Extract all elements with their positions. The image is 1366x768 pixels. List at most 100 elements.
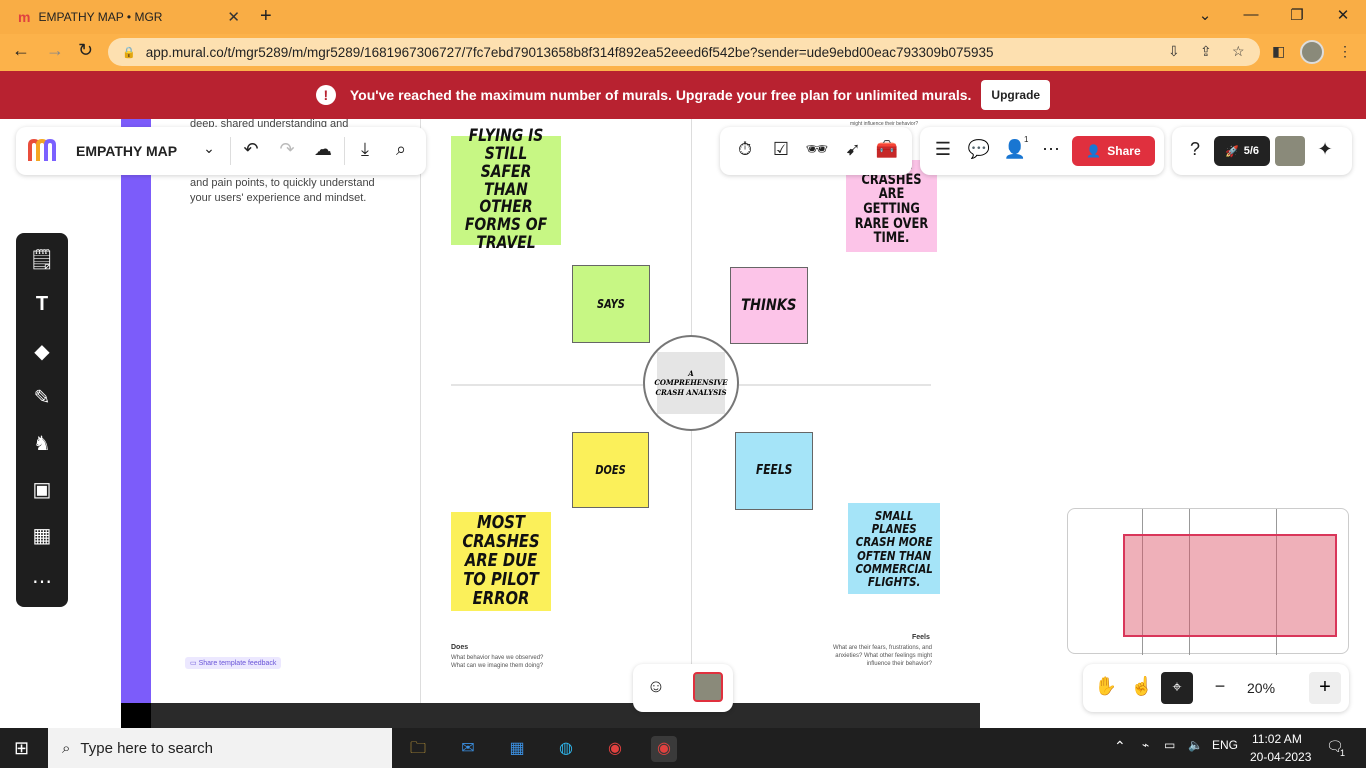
touch-icon[interactable]: ☝ (1129, 676, 1155, 697)
does-label: Does (451, 644, 469, 651)
sticky-says[interactable]: SAYS (572, 265, 650, 343)
close-tab-icon[interactable]: ✕ (227, 8, 240, 26)
warning-icon: ! (315, 85, 336, 105)
share-label: Share (1107, 144, 1141, 158)
share-page-icon[interactable]: ⇪ (1200, 43, 1212, 60)
text-icon[interactable]: T (16, 293, 68, 316)
minimap[interactable] (1067, 508, 1349, 655)
template-info-panel: deep, shared understanding and and pain … (151, 119, 421, 703)
summon-icon[interactable]: ➹ (840, 139, 866, 160)
install-icon[interactable]: ⇩ (1168, 43, 1180, 60)
network-icon[interactable]: ⌁ (1142, 738, 1149, 752)
map-toggle-icon[interactable]: ⌖ (1161, 672, 1193, 704)
help-icon[interactable]: ? (1182, 139, 1208, 160)
private-mode-icon[interactable]: 🕶 (804, 139, 830, 160)
zoom-toolbar: ✋ ☝ ⌖ − 20% + (1083, 664, 1349, 712)
sticky-text: FEELS (755, 463, 793, 479)
bookmark-star-icon[interactable]: ☆ (1232, 43, 1245, 60)
windows-start-icon[interactable]: ⊞ (14, 738, 29, 759)
upgrade-button[interactable]: Upgrade (981, 80, 1051, 110)
presenter-avatar[interactable] (693, 672, 723, 702)
url-field[interactable]: 🔒 app.mural.co/t/mgr5289/m/mgr5289/16819… (108, 38, 1260, 66)
sticky-feels[interactable]: FEELS (735, 432, 813, 510)
shapes-icon[interactable]: ◆ (16, 339, 68, 364)
store-icon[interactable]: ▦ (504, 736, 530, 762)
image-icon[interactable]: ▣ (16, 477, 68, 502)
emoji-icon[interactable]: ☺ (643, 676, 669, 697)
tab-title: EMPATHY MAP • MGR (38, 10, 163, 24)
zoom-level[interactable]: 20% (1247, 680, 1275, 696)
minimap-viewport[interactable] (1123, 534, 1337, 637)
feels-desc: What are their fears, frustrations, and … (832, 645, 932, 667)
chevron-down-icon[interactable]: ⌄ (196, 140, 222, 157)
mail-icon[interactable]: ✉ (455, 736, 481, 762)
cloud-saved-icon[interactable]: ☁ (310, 139, 336, 160)
sticky-small-planes[interactable]: SMALL PLANES CRASH MORE OFTEN THAN COMME… (848, 503, 940, 594)
voting-icon[interactable]: ☑ (768, 139, 794, 160)
tab-search-icon[interactable]: ⌄ (1182, 6, 1228, 24)
side-panel-icon[interactable]: ◧ (1272, 43, 1285, 60)
more-options-icon[interactable]: ⋯ (1038, 139, 1064, 160)
sticky-flying-safer[interactable]: FLYING IS STILL SAFER THAN OTHER FORMS O… (451, 127, 561, 252)
apps-icon[interactable]: ▦ (16, 523, 68, 548)
new-tab-icon[interactable]: + (260, 5, 272, 28)
notifications-count: 1 (1340, 748, 1346, 758)
toolbar-divider (344, 137, 345, 165)
clock-date[interactable]: 20-04-2023 (1250, 750, 1311, 764)
forward-icon[interactable]: → (46, 40, 64, 61)
comments-icon[interactable]: 💬 (966, 139, 992, 160)
back-icon[interactable]: ← (12, 40, 30, 61)
chrome-active-icon[interactable]: ◉ (651, 736, 677, 762)
file-explorer-icon[interactable]: 🗀 (405, 736, 431, 762)
hand-tool-icon[interactable]: ✋ (1093, 676, 1119, 697)
sticky-does[interactable]: DOES (572, 432, 649, 508)
toolbar-divider (230, 137, 231, 165)
zoom-in-icon[interactable]: + (1309, 672, 1341, 704)
rocket-icon: 🚀 (1225, 145, 1239, 158)
mural-title[interactable]: EMPATHY MAP (76, 143, 177, 159)
language-indicator[interactable]: ENG (1212, 738, 1238, 752)
search-icon[interactable]: ⌕ (388, 139, 414, 160)
murals-count-button[interactable]: 🚀 5/6 (1214, 136, 1270, 166)
search-placeholder: Type here to search (80, 739, 213, 757)
feels-label: Feels (912, 634, 930, 641)
templates-icon[interactable]: ♞ (16, 431, 68, 456)
share-button[interactable]: 👤 Share (1072, 136, 1155, 166)
browser-menu-icon[interactable]: ⋮ (1338, 43, 1352, 60)
sticky-thinks[interactable]: THINKS (730, 267, 808, 344)
taskbar-search-box[interactable]: ⌕ Type here to search (48, 728, 392, 768)
zoom-out-icon[interactable]: − (1207, 676, 1233, 697)
chrome-icon[interactable]: ◉ (602, 736, 628, 762)
battery-icon[interactable]: ▭ (1164, 738, 1175, 752)
minimize-icon[interactable]: — (1228, 6, 1274, 23)
lock-icon: 🔒 (122, 46, 136, 59)
more-tools-icon[interactable]: ⋯ (16, 569, 68, 594)
browser-tab[interactable]: m EMPATHY MAP • MGR ✕ (8, 0, 248, 34)
mural-favicon-icon: m (18, 9, 31, 25)
undo-icon[interactable]: ↶ (238, 139, 264, 160)
share-feedback-link[interactable]: ▭ Share template feedback (185, 657, 282, 669)
edge-icon[interactable]: ◍ (553, 736, 579, 762)
sticky-note-icon[interactable]: 🗒 (16, 247, 68, 272)
close-window-icon[interactable]: ✕ (1320, 6, 1366, 24)
pen-icon[interactable]: ✎ (16, 385, 68, 410)
restore-icon[interactable]: ❐ (1274, 6, 1320, 24)
reload-icon[interactable]: ↻ (78, 40, 93, 61)
clock-time[interactable]: 11:02 AM (1252, 732, 1302, 746)
mural-logo-icon[interactable] (28, 138, 60, 163)
tools-sidebar: 🗒 T ◆ ✎ ♞ ▣ ▦ ⋯ (16, 233, 68, 607)
sticky-text: SAYS (597, 296, 625, 311)
profile-avatar[interactable] (1300, 40, 1324, 64)
user-avatar[interactable] (1275, 136, 1305, 166)
timer-icon[interactable]: ⏱ (732, 139, 758, 160)
sticky-pilot-error[interactable]: MOST CRASHES ARE DUE TO PILOT ERROR (451, 512, 551, 611)
tray-chevron-icon[interactable]: ⌃ (1114, 738, 1126, 755)
search-icon: ⌕ (62, 739, 71, 757)
volume-icon[interactable]: 🔈 (1188, 738, 1203, 752)
ai-sparkle-icon[interactable]: ✦ (1312, 139, 1338, 160)
horizontal-divider-left (451, 384, 643, 386)
download-icon[interactable]: ⤓ (352, 139, 378, 160)
outline-icon[interactable]: ☰ (930, 139, 956, 160)
toolbox-icon[interactable]: 🧰 (874, 139, 900, 160)
redo-icon[interactable]: ↷ (274, 139, 300, 160)
